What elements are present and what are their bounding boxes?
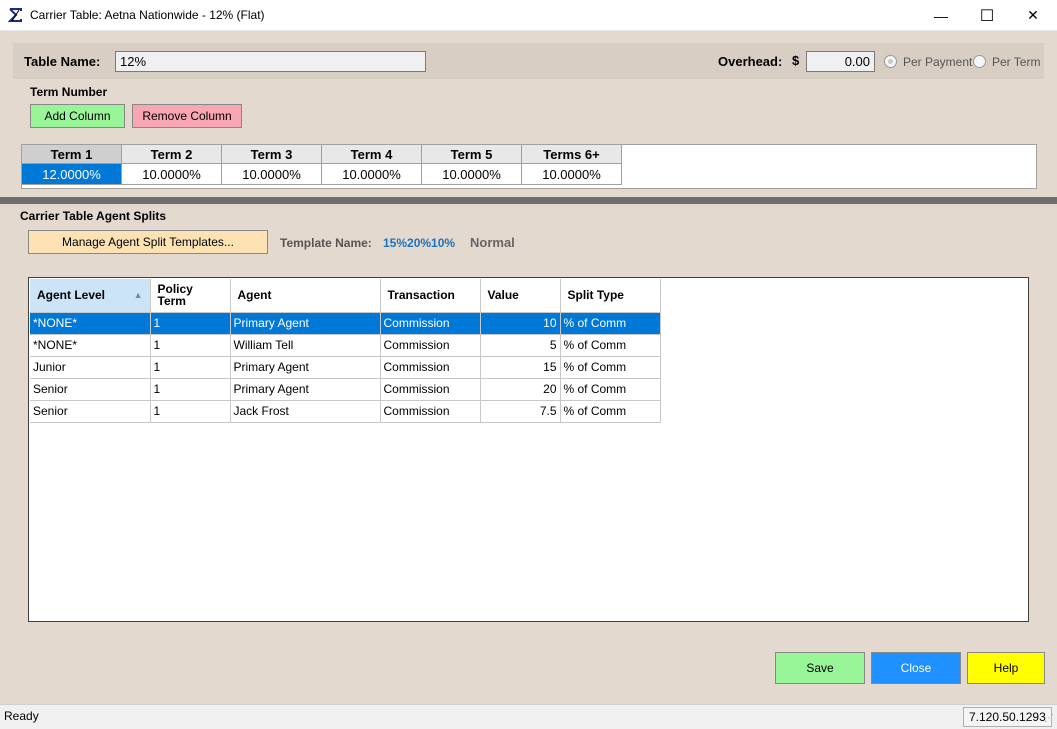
term-value-cell[interactable]: 10.0000%	[222, 164, 322, 185]
status-text: Ready	[4, 709, 39, 723]
term-header[interactable]: Term 5	[422, 145, 522, 164]
currency-symbol: $	[792, 53, 800, 68]
cell-value[interactable]: 5	[480, 334, 561, 357]
cell-split-type[interactable]: % of Comm	[560, 400, 661, 423]
table-row[interactable]: Senior 1 Primary Agent Commission 20 % o…	[30, 378, 661, 401]
cell-policy-term[interactable]: 1	[150, 400, 231, 423]
agent-splits-table: Agent Level ▲ Policy Term Agent Transact…	[30, 279, 661, 423]
cell-transaction[interactable]: Commission	[380, 356, 481, 379]
term-column[interactable]: Terms 6+ 10.0000%	[522, 145, 622, 186]
cell-agent-level[interactable]: Senior	[30, 400, 151, 423]
sort-ascending-icon: ▲	[133, 290, 143, 301]
cell-transaction[interactable]: Commission	[380, 400, 481, 423]
table-name-label: Table Name:	[24, 54, 101, 69]
cell-agent[interactable]: Primary Agent	[230, 356, 381, 379]
cell-split-type[interactable]: % of Comm	[560, 312, 661, 335]
per-payment-label: Per Payment	[903, 55, 973, 69]
cell-value[interactable]: 15	[480, 356, 561, 379]
table-row[interactable]: Junior 1 Primary Agent Commission 15 % o…	[30, 356, 661, 379]
agent-splits-label: Carrier Table Agent Splits	[20, 209, 167, 223]
cell-agent-level[interactable]: Junior	[30, 356, 151, 379]
close-icon: ✕	[1027, 7, 1039, 23]
term-column[interactable]: Term 4 10.0000%	[322, 145, 422, 186]
cell-transaction[interactable]: Commission	[380, 378, 481, 401]
help-button[interactable]: Help	[967, 652, 1045, 684]
cell-value[interactable]: 7.5	[480, 400, 561, 423]
table-header-panel: Table Name: 12% Overhead: $ 0.00 Per Pay…	[13, 43, 1044, 79]
column-header-label: Agent Level	[37, 288, 106, 303]
maximize-button[interactable]: ☐	[964, 0, 1010, 31]
cell-agent-level[interactable]: Senior	[30, 378, 151, 401]
table-name-input[interactable]: 12%	[115, 51, 426, 72]
cell-agent-level[interactable]: *NONE*	[30, 312, 151, 335]
cell-agent[interactable]: William Tell	[230, 334, 381, 357]
maximize-icon: ☐	[979, 7, 995, 25]
close-button[interactable]: Close	[871, 652, 961, 684]
minimize-icon: —	[934, 7, 948, 24]
cell-split-type[interactable]: % of Comm	[560, 334, 661, 357]
term-column[interactable]: Term 1 12.0000%	[22, 145, 122, 186]
cell-policy-term[interactable]: 1	[150, 378, 231, 401]
overhead-label: Overhead:	[718, 54, 783, 69]
manage-templates-button[interactable]: Manage Agent Split Templates...	[28, 230, 268, 254]
per-payment-radio[interactable]	[884, 55, 897, 68]
cell-policy-term[interactable]: 1	[150, 334, 231, 357]
term-header[interactable]: Terms 6+	[522, 145, 622, 164]
title-bar: Carrier Table: Aetna Nationwide - 12% (F…	[0, 0, 1057, 31]
template-mode: Normal	[470, 235, 515, 250]
resize-grip-icon[interactable]: ⋰	[1044, 713, 1054, 724]
term-value-cell[interactable]: 10.0000%	[522, 164, 622, 185]
remove-column-button[interactable]: Remove Column	[132, 104, 242, 128]
column-header-split-type[interactable]: Split Type	[560, 279, 661, 313]
cell-policy-term[interactable]: 1	[150, 356, 231, 379]
status-bar: Ready 7.120.50.1293 ⋰	[0, 704, 1057, 729]
term-rates-grid: Term 1 12.0000% Term 2 10.0000% Term 3 1…	[21, 144, 1037, 189]
cell-split-type[interactable]: % of Comm	[560, 378, 661, 401]
overhead-input[interactable]: 0.00	[806, 51, 875, 72]
close-window-button[interactable]: ✕	[1010, 0, 1056, 31]
cell-value[interactable]: 10	[480, 312, 561, 335]
table-row[interactable]: *NONE* 1 William Tell Commission 5 % of …	[30, 334, 661, 357]
term-value-cell[interactable]: 10.0000%	[122, 164, 222, 185]
section-divider	[0, 197, 1057, 204]
template-name-label: Template Name:	[280, 236, 372, 250]
per-term-radio[interactable]	[973, 55, 986, 68]
cell-agent[interactable]: Primary Agent	[230, 312, 381, 335]
cell-split-type[interactable]: % of Comm	[560, 356, 661, 379]
term-value-cell[interactable]: 12.0000%	[22, 164, 122, 185]
cell-value[interactable]: 20	[480, 378, 561, 401]
app-sigma-icon	[8, 8, 22, 22]
add-column-button[interactable]: Add Column	[30, 104, 125, 128]
template-name-value: 15%20%10%	[383, 236, 456, 250]
window-title: Carrier Table: Aetna Nationwide - 12% (F…	[30, 8, 265, 22]
cell-transaction[interactable]: Commission	[380, 312, 481, 335]
term-header[interactable]: Term 2	[122, 145, 222, 164]
version-label: 7.120.50.1293	[963, 707, 1052, 727]
term-column[interactable]: Term 2 10.0000%	[122, 145, 222, 186]
cell-policy-term[interactable]: 1	[150, 312, 231, 335]
column-header-agent-level[interactable]: Agent Level ▲	[30, 279, 151, 313]
term-header[interactable]: Term 4	[322, 145, 422, 164]
minimize-button[interactable]: —	[918, 0, 964, 31]
column-header-transaction[interactable]: Transaction	[380, 279, 481, 313]
column-header-policy-term[interactable]: Policy Term	[150, 279, 231, 313]
column-header-agent[interactable]: Agent	[230, 279, 381, 313]
table-row[interactable]: *NONE* 1 Primary Agent Commission 10 % o…	[30, 312, 661, 335]
term-value-cell[interactable]: 10.0000%	[322, 164, 422, 185]
per-term-label: Per Term	[992, 55, 1041, 69]
term-value-cell[interactable]: 10.0000%	[422, 164, 522, 185]
cell-agent-level[interactable]: *NONE*	[30, 334, 151, 357]
term-column[interactable]: Term 5 10.0000%	[422, 145, 522, 186]
cell-agent[interactable]: Jack Frost	[230, 400, 381, 423]
term-header[interactable]: Term 1	[22, 145, 122, 164]
column-header-value[interactable]: Value	[480, 279, 561, 313]
save-button[interactable]: Save	[775, 652, 865, 684]
cell-transaction[interactable]: Commission	[380, 334, 481, 357]
agent-splits-grid: Agent Level ▲ Policy Term Agent Transact…	[28, 277, 1029, 622]
term-column[interactable]: Term 3 10.0000%	[222, 145, 322, 186]
table-row[interactable]: Senior 1 Jack Frost Commission 7.5 % of …	[30, 400, 661, 423]
term-header[interactable]: Term 3	[222, 145, 322, 164]
term-number-label: Term Number	[30, 85, 108, 99]
cell-agent[interactable]: Primary Agent	[230, 378, 381, 401]
